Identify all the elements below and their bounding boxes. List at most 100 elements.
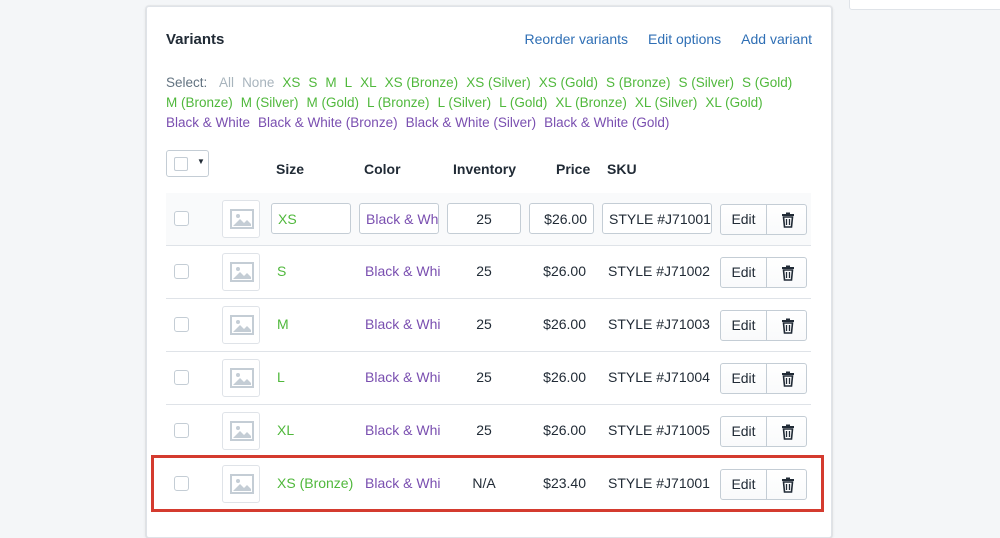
- row-actions: Edit: [720, 204, 807, 235]
- select-option[interactable]: L: [345, 73, 353, 93]
- variant-image[interactable]: [222, 200, 260, 238]
- select-option[interactable]: All: [219, 73, 234, 93]
- variant-inventory: N/A: [472, 475, 496, 491]
- delete-button[interactable]: [767, 364, 806, 393]
- select-label: Select:: [166, 75, 208, 90]
- edit-button[interactable]: Edit: [721, 417, 767, 446]
- variant-image[interactable]: [222, 359, 260, 397]
- edit-button[interactable]: Edit: [721, 470, 767, 499]
- inventory-input[interactable]: 25: [447, 203, 521, 234]
- trash-icon: [782, 265, 794, 281]
- select-option[interactable]: S (Bronze): [606, 73, 671, 93]
- select-option[interactable]: XS (Silver): [466, 73, 531, 93]
- variants-card: Variants Reorder variants Edit options A…: [146, 6, 832, 538]
- select-option[interactable]: L (Gold): [499, 93, 547, 113]
- header-size: Size: [276, 161, 305, 177]
- header-sku: SKU: [607, 161, 637, 177]
- reorder-variants-link[interactable]: Reorder variants: [525, 31, 629, 47]
- select-option[interactable]: S (Silver): [679, 73, 735, 93]
- table-header: ▼ Size Color Inventory Price SKU: [166, 149, 811, 194]
- edit-button[interactable]: Edit: [721, 258, 767, 287]
- image-placeholder-icon: [230, 368, 254, 388]
- select-option[interactable]: XL (Silver): [635, 93, 698, 113]
- delete-button[interactable]: [767, 311, 806, 340]
- variant-row: M Black & White 25 $26.00 STYLE #J71003 Edit: [166, 299, 811, 352]
- delete-button[interactable]: [767, 417, 806, 446]
- variant-sku: STYLE #J71004: [608, 369, 710, 385]
- select-filter: Select: All None XS S M L XL XS (Bronze) XS (Sil…: [166, 73, 816, 133]
- row-actions: Edit: [720, 257, 807, 288]
- variant-color: Black & White: [365, 369, 440, 385]
- select-option[interactable]: XL: [360, 73, 377, 93]
- select-all-checkbox[interactable]: [174, 157, 188, 171]
- variant-inventory: 25: [476, 422, 492, 438]
- row-checkbox[interactable]: [174, 370, 189, 385]
- variant-row: XL Black & White 25 $26.00 STYLE #J71005 Edit: [166, 405, 811, 458]
- variants-actions: Reorder variants Edit options Add varian…: [525, 31, 813, 47]
- variant-size: S: [277, 263, 287, 279]
- row-checkbox[interactable]: [174, 476, 189, 491]
- variant-image[interactable]: [222, 306, 260, 344]
- select-option[interactable]: XL (Bronze): [555, 93, 627, 113]
- row-actions: Edit: [720, 469, 807, 500]
- image-placeholder-icon: [230, 209, 254, 229]
- color-input[interactable]: Black & White: [359, 203, 439, 234]
- image-placeholder-icon: [230, 262, 254, 282]
- image-placeholder-icon: [230, 421, 254, 441]
- select-option[interactable]: Black & White (Silver): [406, 113, 537, 133]
- variant-inventory: 25: [476, 369, 492, 385]
- select-option[interactable]: S (Gold): [742, 73, 792, 93]
- variant-price: $26.00: [543, 369, 586, 385]
- select-option[interactable]: XS (Gold): [539, 73, 598, 93]
- variant-image[interactable]: [222, 253, 260, 291]
- select-option[interactable]: XL (Gold): [705, 93, 762, 113]
- bulk-select-dropdown[interactable]: ▼: [166, 150, 209, 177]
- variant-price: $26.00: [543, 316, 586, 332]
- variant-inventory: 25: [476, 263, 492, 279]
- select-option[interactable]: M (Silver): [241, 93, 299, 113]
- row-checkbox[interactable]: [174, 211, 189, 226]
- image-placeholder-icon: [230, 315, 254, 335]
- edit-button[interactable]: Edit: [721, 311, 767, 340]
- select-option[interactable]: Black & White: [166, 113, 250, 133]
- select-option[interactable]: None: [242, 73, 274, 93]
- caret-down-icon[interactable]: ▼: [197, 157, 205, 166]
- edit-button[interactable]: Edit: [721, 364, 767, 393]
- variant-image[interactable]: [222, 465, 260, 503]
- select-option[interactable]: M (Bronze): [166, 93, 233, 113]
- select-option[interactable]: XS (Bronze): [385, 73, 459, 93]
- variant-image[interactable]: [222, 412, 260, 450]
- delete-button[interactable]: [767, 205, 806, 234]
- row-checkbox[interactable]: [174, 264, 189, 279]
- select-option[interactable]: S: [308, 73, 317, 93]
- select-option[interactable]: Black & White (Gold): [544, 113, 669, 133]
- trash-icon: [782, 371, 794, 387]
- sku-input[interactable]: STYLE #J71001: [602, 203, 712, 234]
- row-checkbox[interactable]: [174, 423, 189, 438]
- delete-button[interactable]: [767, 258, 806, 287]
- edit-options-link[interactable]: Edit options: [648, 31, 721, 47]
- header-inventory: Inventory: [453, 161, 517, 177]
- delete-button[interactable]: [767, 470, 806, 499]
- select-option[interactable]: Black & White (Bronze): [258, 113, 398, 133]
- variant-color: Black & White: [365, 422, 440, 438]
- select-option[interactable]: M: [325, 73, 336, 93]
- variant-inventory: 25: [476, 316, 492, 332]
- select-option[interactable]: XS: [282, 73, 300, 93]
- select-option[interactable]: M (Gold): [307, 93, 360, 113]
- row-actions: Edit: [720, 416, 807, 447]
- variant-sku: STYLE #J71005: [608, 422, 710, 438]
- trash-icon: [782, 212, 794, 228]
- select-option[interactable]: L (Bronze): [367, 93, 430, 113]
- variant-price: $26.00: [543, 422, 586, 438]
- price-input[interactable]: $26.00: [529, 203, 594, 234]
- size-input[interactable]: XS: [271, 203, 351, 234]
- row-checkbox[interactable]: [174, 317, 189, 332]
- variant-size: XL: [277, 422, 295, 438]
- edit-button[interactable]: Edit: [721, 205, 767, 234]
- row-actions: Edit: [720, 310, 807, 341]
- add-variant-link[interactable]: Add variant: [741, 31, 812, 47]
- trash-icon: [782, 318, 794, 334]
- select-option[interactable]: L (Silver): [438, 93, 492, 113]
- side-panel-card: [849, 0, 1000, 10]
